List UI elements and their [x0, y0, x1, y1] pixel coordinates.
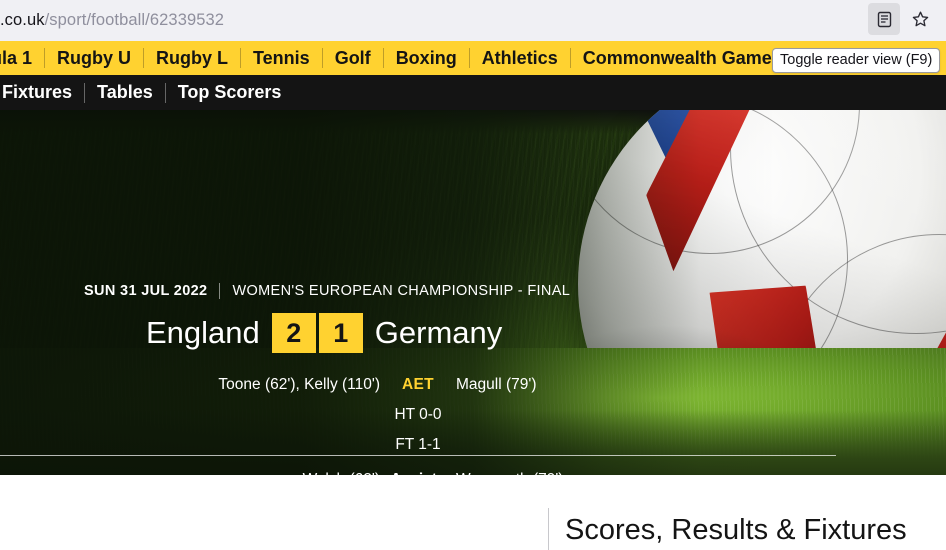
- sport-nav-item-rugby-l[interactable]: Rugby L: [144, 41, 240, 75]
- home-team-name[interactable]: England: [146, 313, 260, 353]
- browser-url-bar[interactable]: .co.uk/sport/football/62339532: [0, 0, 946, 41]
- match-divider: [0, 455, 836, 456]
- section-heading: Scores, Results & Fixtures: [548, 508, 907, 550]
- sport-nav-item-athletics[interactable]: Athletics: [470, 41, 570, 75]
- sport-nav-item-rugby-u[interactable]: Rugby U: [45, 41, 143, 75]
- page-root: .co.uk/sport/football/62339532 la 1 Rugb…: [0, 0, 946, 550]
- match-summary: SUN 31 JUL 2022 WOMEN'S EUROPEAN CHAMPIO…: [0, 110, 946, 475]
- below-hero-section: Scores, Results & Fixtures: [0, 475, 946, 550]
- score-boxes: 2 1: [271, 313, 363, 353]
- half-time-score: HT 0-0: [394, 406, 442, 423]
- away-assists: Wassmuth (79'): [456, 467, 836, 475]
- assists-row: Walsh (62') Assists Wassmuth (79'): [0, 467, 836, 475]
- sub-nav-item-tables[interactable]: Tables: [85, 75, 165, 110]
- home-assists: Walsh (62'): [0, 467, 380, 475]
- sub-nav-items: Fixtures Tables Top Scorers: [0, 75, 293, 110]
- match-competition: WOMEN'S EUROPEAN CHAMPIONSHIP - FINAL: [232, 283, 571, 299]
- section-rule: [548, 508, 549, 550]
- match-meta-separator: [219, 283, 221, 299]
- away-score: 1: [318, 313, 363, 353]
- match-date: SUN 31 JUL 2022: [84, 283, 208, 299]
- sport-nav-item-tennis[interactable]: Tennis: [241, 41, 322, 75]
- home-scorers: Toone (62'), Kelly (110'): [218, 376, 380, 393]
- match-status-aet: AET: [402, 376, 434, 393]
- section-title: Scores, Results & Fixtures: [565, 513, 907, 546]
- sub-nav-item-top-scorers[interactable]: Top Scorers: [166, 75, 294, 110]
- sport-nav-item-boxing[interactable]: Boxing: [384, 41, 469, 75]
- reader-view-icon: [876, 11, 893, 28]
- sport-nav-items: nula 1 Rugby U Rugby L Tennis Golf Boxin…: [0, 41, 794, 75]
- match-hero: SUN 31 JUL 2022 WOMEN'S EUROPEAN CHAMPIO…: [0, 110, 946, 475]
- sub-nav-bar: Fixtures Tables Top Scorers: [0, 75, 946, 110]
- reader-view-tooltip: Toggle reader view (F9): [772, 48, 941, 73]
- match-meta: SUN 31 JUL 2022 WOMEN'S EUROPEAN CHAMPIO…: [84, 283, 570, 299]
- home-score: 2: [271, 313, 316, 353]
- sport-nav-item-golf[interactable]: Golf: [323, 41, 383, 75]
- reader-view-button[interactable]: [868, 3, 900, 35]
- sub-nav-item-fixtures[interactable]: Fixtures: [0, 75, 84, 110]
- away-scorers: Magull (79'): [456, 376, 537, 393]
- url-domain: .co.uk: [0, 11, 45, 29]
- bookmark-star-icon: [911, 10, 930, 29]
- scoreline: England 2 1 Germany: [146, 313, 502, 353]
- url-text[interactable]: .co.uk/sport/football/62339532: [0, 11, 224, 30]
- url-bar-actions: [868, 3, 936, 35]
- away-team-name[interactable]: Germany: [375, 313, 502, 353]
- sport-nav-item-formula-1[interactable]: nula 1: [0, 41, 44, 75]
- sport-nav-item-commonwealth-games[interactable]: Commonwealth Games: [571, 41, 794, 75]
- url-path: /sport/football/62339532: [44, 11, 225, 29]
- bookmark-button[interactable]: [904, 3, 936, 35]
- match-detail-grid: Toone (62'), Kelly (110') AET Magull (79…: [0, 372, 836, 458]
